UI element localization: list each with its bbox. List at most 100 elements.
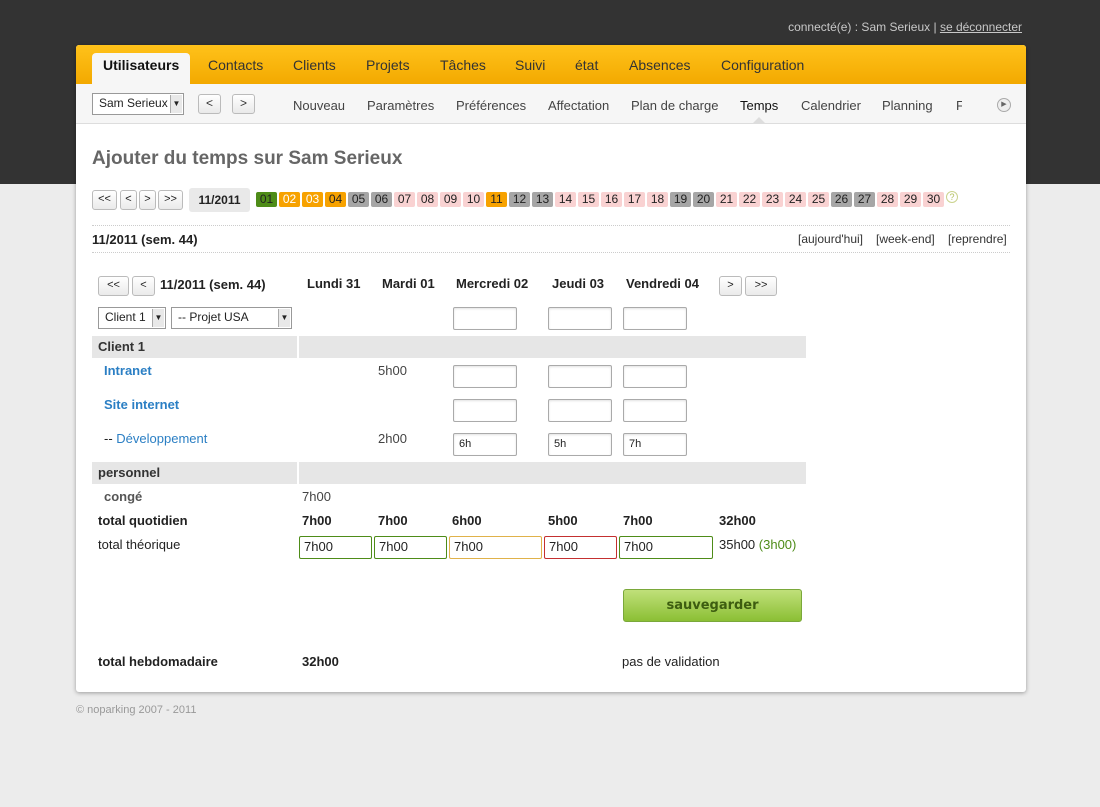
day-19[interactable]: 19 xyxy=(670,192,691,207)
theo-jeudi: 7h00 xyxy=(544,536,617,559)
project-select[interactable]: -- Projet USA ▼ xyxy=(171,307,292,329)
logout-link[interactable]: se déconnecter xyxy=(940,20,1022,34)
subnav-calendrier[interactable]: Calendrier xyxy=(801,98,861,113)
day-15[interactable]: 15 xyxy=(578,192,599,207)
user-select-value: Sam Serieux xyxy=(99,96,168,110)
total-theo-sum: 35h00 xyxy=(719,537,756,552)
day-11[interactable]: 11 xyxy=(486,192,507,207)
subnav-temps[interactable]: Temps xyxy=(740,98,778,113)
site-vendredi-input[interactable] xyxy=(623,399,687,422)
week-label: 11/2011 (sem. 44) xyxy=(92,232,198,247)
conge-lundi: 7h00 xyxy=(302,489,331,504)
next-user-button[interactable]: > xyxy=(232,94,255,114)
subnav-plan-de-charge[interactable]: Plan de charge xyxy=(631,98,718,113)
intranet-vendredi-input[interactable] xyxy=(623,365,687,388)
month-last-button[interactable]: >> xyxy=(158,190,183,210)
week-prev-button[interactable]: < xyxy=(132,276,155,296)
month-first-button[interactable]: << xyxy=(92,190,117,210)
day-25[interactable]: 25 xyxy=(808,192,829,207)
tab-clients[interactable]: Clients xyxy=(293,53,336,84)
day-26[interactable]: 26 xyxy=(831,192,852,207)
day-21[interactable]: 21 xyxy=(716,192,737,207)
total-hebdo-value: 32h00 xyxy=(302,654,339,669)
day-24[interactable]: 24 xyxy=(785,192,806,207)
day-29[interactable]: 29 xyxy=(900,192,921,207)
project-intranet-link[interactable]: Intranet xyxy=(104,363,152,378)
site-jeudi-input[interactable] xyxy=(548,399,612,422)
new-vendredi-input[interactable] xyxy=(623,307,687,330)
day-03[interactable]: 03 xyxy=(302,192,323,207)
subnav-planning[interactable]: Planning xyxy=(882,98,933,113)
tab-utilisateurs[interactable]: Utilisateurs xyxy=(92,53,191,84)
new-jeudi-input[interactable] xyxy=(548,307,612,330)
chevron-down-icon: ▼ xyxy=(152,309,164,327)
intranet-mardi: 5h00 xyxy=(378,363,407,378)
dev-vendredi-input[interactable]: 7h xyxy=(623,433,687,456)
tab-suivi[interactable]: Suivi xyxy=(515,53,545,84)
day-17[interactable]: 17 xyxy=(624,192,645,207)
group-client1-bar xyxy=(299,336,806,358)
day-12[interactable]: 12 xyxy=(509,192,530,207)
day-30[interactable]: 30 xyxy=(923,192,944,207)
subnav-parametres[interactable]: Paramètres xyxy=(367,98,434,113)
today-link[interactable]: [aujourd'hui] xyxy=(798,232,863,246)
total-theorique-label: total théorique xyxy=(98,537,181,552)
task-developpement-link[interactable]: Développement xyxy=(116,431,207,446)
day-10[interactable]: 10 xyxy=(463,192,484,207)
day-05[interactable]: 05 xyxy=(348,192,369,207)
month-next-button[interactable]: > xyxy=(139,190,156,210)
project-select-value: -- Projet USA xyxy=(178,310,249,324)
user-select[interactable]: Sam Serieux ▼ xyxy=(92,93,184,115)
weekend-link[interactable]: [week-end] xyxy=(876,232,935,246)
tab-contacts[interactable]: Contacts xyxy=(208,53,263,84)
tab-absences[interactable]: Absences xyxy=(629,53,690,84)
subnav-affectation[interactable]: Affectation xyxy=(548,98,609,113)
subnav-nouveau[interactable]: Nouveau xyxy=(293,98,345,113)
day-14[interactable]: 14 xyxy=(555,192,576,207)
day-07[interactable]: 07 xyxy=(394,192,415,207)
day-09[interactable]: 09 xyxy=(440,192,461,207)
tab-configuration[interactable]: Configuration xyxy=(721,53,804,84)
client-select[interactable]: Client 1 ▼ xyxy=(98,307,166,329)
dev-mercredi-input[interactable]: 6h xyxy=(453,433,517,456)
help-icon[interactable]: ? xyxy=(946,191,958,203)
theo-vendredi: 7h00 xyxy=(619,536,713,559)
site-mercredi-input[interactable] xyxy=(453,399,517,422)
day-08[interactable]: 08 xyxy=(417,192,438,207)
project-site-internet-link[interactable]: Site internet xyxy=(104,397,179,412)
theo-mercredi: 7h00 xyxy=(449,536,542,559)
day-22[interactable]: 22 xyxy=(739,192,760,207)
subnav-truncated[interactable]: F xyxy=(956,98,962,113)
week-last-button[interactable]: >> xyxy=(745,276,777,296)
month-prev-button[interactable]: < xyxy=(120,190,137,210)
intranet-mercredi-input[interactable] xyxy=(453,365,517,388)
header-mercredi: Mercredi 02 xyxy=(456,276,529,291)
day-06[interactable]: 06 xyxy=(371,192,392,207)
page-title: Ajouter du temps sur Sam Serieux xyxy=(92,148,403,169)
resume-link[interactable]: [reprendre] xyxy=(948,232,1007,246)
subnav-preferences[interactable]: Préférences xyxy=(456,98,526,113)
absence-conge: congé xyxy=(104,489,143,504)
tab-projets[interactable]: Projets xyxy=(366,53,410,84)
new-mercredi-input[interactable] xyxy=(453,307,517,330)
day-04[interactable]: 04 xyxy=(325,192,346,207)
week-first-button[interactable]: << xyxy=(98,276,129,296)
day-27[interactable]: 27 xyxy=(854,192,875,207)
scroll-right-icon[interactable]: ▶ xyxy=(997,98,1011,112)
day-23[interactable]: 23 xyxy=(762,192,783,207)
save-button[interactable]: sauvegarder xyxy=(623,589,802,622)
tab-etat[interactable]: état xyxy=(575,53,598,84)
day-13[interactable]: 13 xyxy=(532,192,553,207)
day-02[interactable]: 02 xyxy=(279,192,300,207)
dev-jeudi-input[interactable]: 5h xyxy=(548,433,612,456)
day-01[interactable]: 01 xyxy=(256,192,277,207)
prev-user-button[interactable]: < xyxy=(198,94,221,114)
day-18[interactable]: 18 xyxy=(647,192,668,207)
intranet-jeudi-input[interactable] xyxy=(548,365,612,388)
day-16[interactable]: 16 xyxy=(601,192,622,207)
tab-taches[interactable]: Tâches xyxy=(440,53,486,84)
week-next-button[interactable]: > xyxy=(719,276,742,296)
day-20[interactable]: 20 xyxy=(693,192,714,207)
total-quot-jeudi: 5h00 xyxy=(548,513,578,528)
day-28[interactable]: 28 xyxy=(877,192,898,207)
